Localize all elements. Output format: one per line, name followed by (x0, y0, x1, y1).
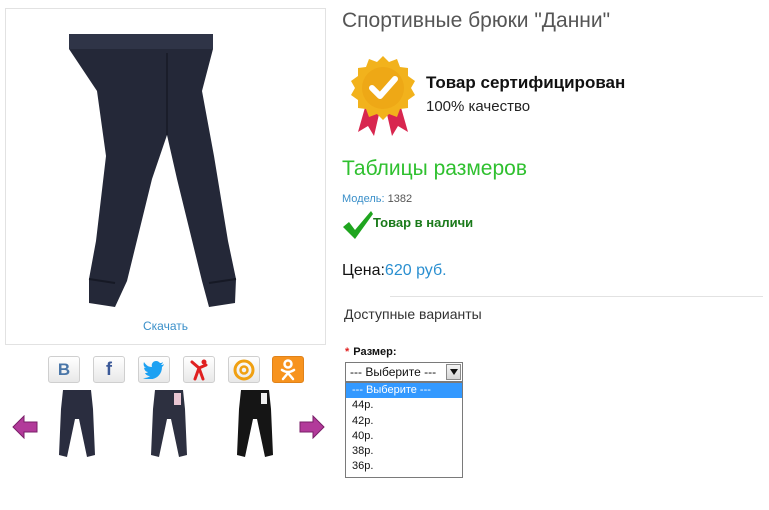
model-label: Модель: (342, 193, 385, 205)
model-value: 1382 (387, 193, 413, 205)
product-title: Спортивные брюки "Данни" (342, 9, 611, 32)
size-label: * Размер: (345, 346, 397, 358)
size-option[interactable]: 40р. (346, 429, 462, 444)
facebook-icon[interactable]: f (93, 356, 125, 383)
odnoklassniki-icon[interactable] (272, 356, 304, 383)
price-value: 620 руб. (384, 262, 447, 279)
price-label: Цена: (342, 262, 385, 279)
prev-arrow-icon[interactable] (12, 414, 38, 440)
chevron-down-icon[interactable] (446, 364, 461, 380)
size-option[interactable]: 36р. (346, 459, 462, 474)
twitter-icon[interactable] (138, 356, 170, 383)
required-mark: * (345, 346, 350, 358)
vk-icon[interactable]: B (48, 356, 80, 383)
next-arrow-icon[interactable] (299, 414, 325, 440)
main-product-image-box[interactable]: Скачать (5, 8, 326, 345)
certificate-subtitle: 100% качество (426, 98, 531, 115)
thumbnail-black-pants[interactable] (224, 388, 286, 460)
size-select-value: --- Выберите --- (350, 365, 437, 379)
price: Цена:620 руб. (342, 262, 447, 280)
download-link[interactable]: Скачать (6, 319, 325, 333)
size-label-text: Размер: (353, 346, 397, 358)
size-tables-link[interactable]: Таблицы размеров (342, 157, 527, 181)
pants-image (69, 34, 237, 307)
thumbnail-navy-pants-tag[interactable] (138, 388, 200, 460)
divider (390, 296, 763, 297)
checkmark-icon (342, 210, 374, 245)
size-option[interactable]: 44р. (346, 398, 462, 413)
stock-status: Товар в наличи (373, 215, 474, 230)
model-info: Модель: 1382 (342, 193, 412, 205)
yandex-icon[interactable] (183, 356, 215, 383)
size-option[interactable]: --- Выберите --- (346, 383, 462, 399)
mail-icon[interactable] (228, 356, 260, 383)
thumbnail-navy-pants[interactable] (46, 388, 108, 460)
size-select[interactable]: --- Выберите --- (345, 362, 463, 382)
certificate-title: Товар сертифицирован (426, 73, 626, 92)
size-dropdown-list: --- Выберите --- 44р. 42р. 40р. 38р. 36р… (345, 382, 463, 478)
certified-badge-icon (350, 54, 416, 143)
variants-heading: Доступные варианты (344, 306, 482, 322)
size-option[interactable]: 38р. (346, 444, 462, 459)
size-option[interactable]: 42р. (346, 414, 462, 429)
